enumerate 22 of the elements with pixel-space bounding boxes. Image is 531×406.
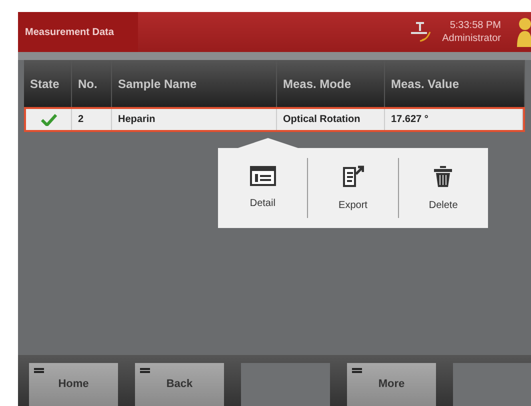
network-icon (408, 21, 432, 43)
id-card-icon (250, 166, 276, 186)
popup-action-button[interactable]: Export (307, 158, 398, 218)
user-name: Administrator (442, 32, 501, 45)
clock-time: 5:33:58 PM (450, 19, 501, 32)
popup-action-button[interactable]: Detail (218, 158, 308, 218)
table-cell: Optical Rotation (277, 109, 385, 130)
softkey-button[interactable]: More (347, 363, 436, 406)
table-cell: Heparin (112, 109, 277, 130)
document-export-icon (342, 164, 364, 188)
popup-action-button[interactable]: Delete (398, 158, 488, 218)
trash-icon (433, 164, 454, 188)
user-figure-icon (515, 17, 531, 47)
screen-title: Measurement Data (18, 12, 138, 52)
table-row[interactable]: 2 Heparin Optical Rotation 17.627 ° (24, 107, 525, 132)
table-cell: 17.627 ° (385, 109, 523, 130)
table-cell: 2 (72, 109, 112, 130)
grid-dots-icon (352, 368, 362, 374)
softkey-button[interactable]: Home (29, 363, 118, 406)
softkey-button[interactable]: Back (135, 363, 224, 406)
grid-dots-icon (140, 368, 150, 374)
grid-dots-icon (34, 368, 44, 374)
